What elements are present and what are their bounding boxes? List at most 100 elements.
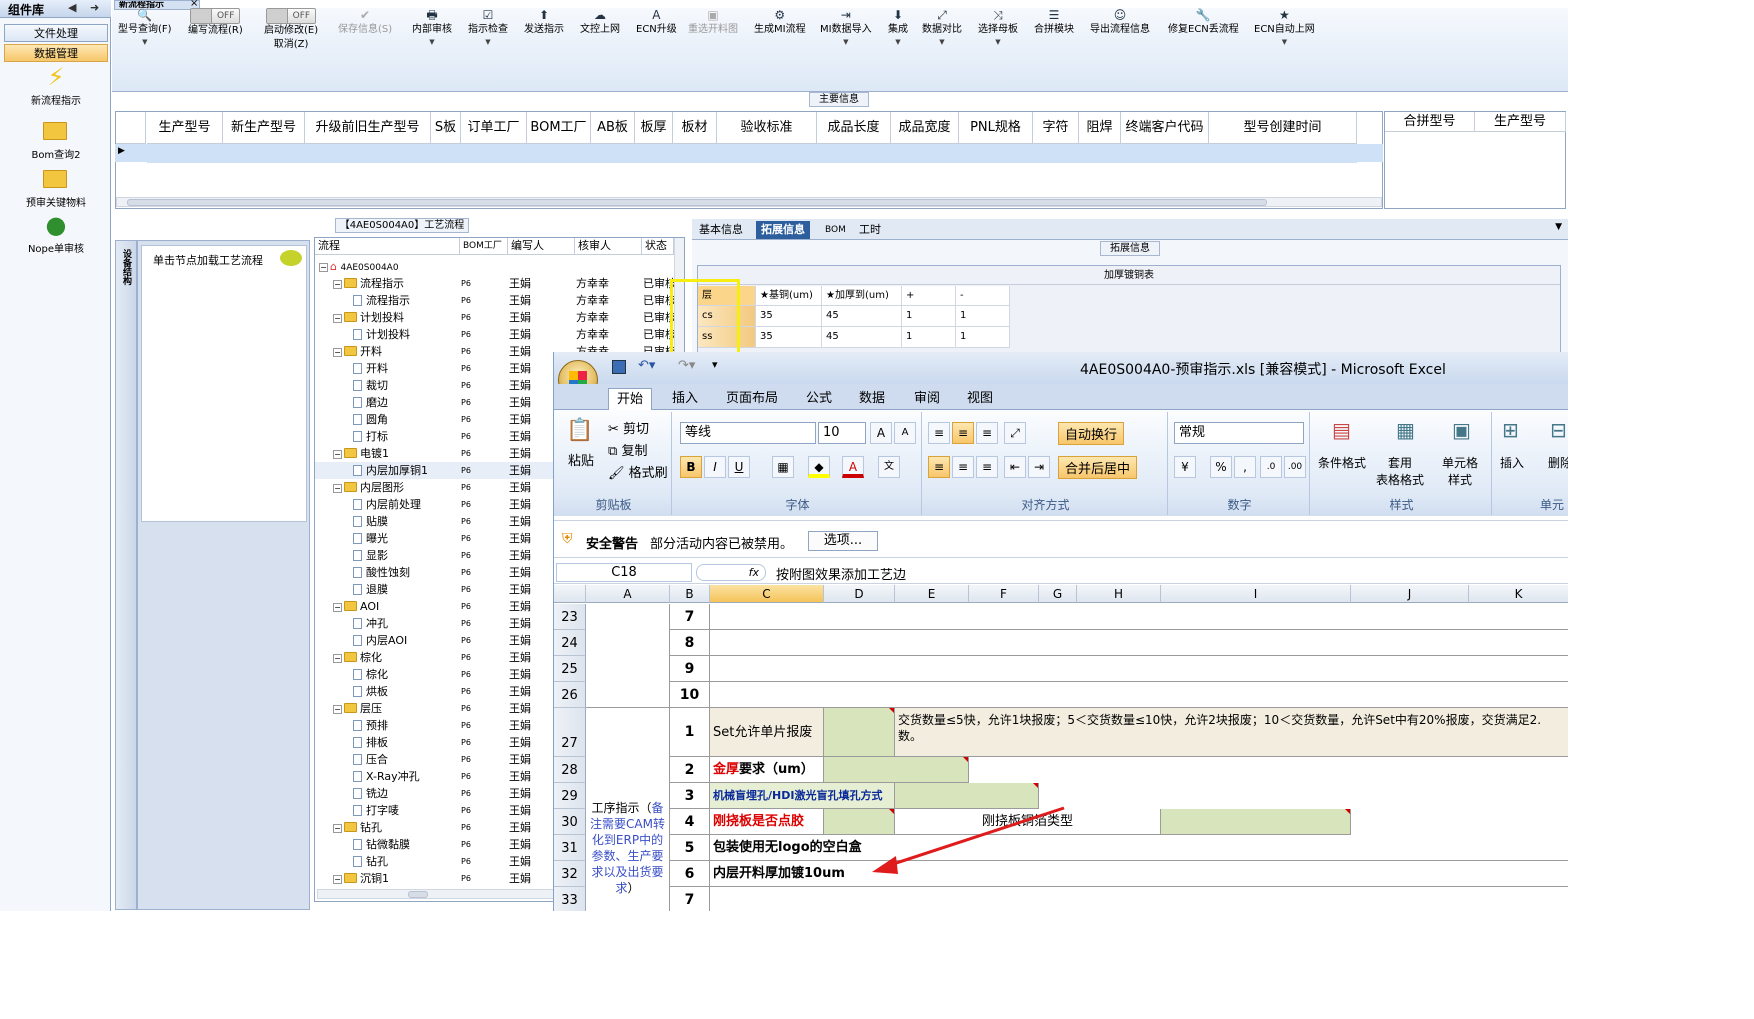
column-header[interactable]: G xyxy=(1039,585,1077,603)
fx-button[interactable]: fx xyxy=(696,564,766,581)
col-header[interactable]: 板厚 xyxy=(635,112,673,144)
file-process-button[interactable]: 文件处理 xyxy=(4,24,108,42)
col-header[interactable]: 型号创建时间 xyxy=(1209,112,1357,144)
align-bottom-icon[interactable]: ≡ xyxy=(976,422,998,444)
main-info-scrollbar[interactable] xyxy=(116,197,1382,207)
row-header[interactable]: 24 xyxy=(554,630,586,656)
row-header[interactable]: 26 xyxy=(554,682,586,708)
ecn-upgrade-button[interactable]: A ECN升级 xyxy=(636,8,677,37)
tab-home[interactable]: 开始 xyxy=(608,388,653,410)
tab-data[interactable]: 数据 xyxy=(851,388,893,410)
row-header[interactable]: 29 xyxy=(554,783,586,809)
sequence-cell[interactable]: 8 xyxy=(670,630,710,656)
chevron-down-icon[interactable]: ▼ xyxy=(1555,222,1562,232)
col-header[interactable]: 成品长度 xyxy=(817,112,891,144)
col-header[interactable]: 升级前旧生产型号 xyxy=(305,112,431,144)
tab-insert[interactable]: 插入 xyxy=(664,388,706,410)
collapse-icon[interactable]: − xyxy=(333,603,342,612)
underline-button[interactable]: U xyxy=(728,456,750,478)
name-box[interactable]: C18 xyxy=(556,563,692,582)
row-header[interactable]: 23 xyxy=(554,604,586,630)
col-header[interactable]: AB板 xyxy=(591,112,635,144)
tab-work-hours[interactable]: 工时 xyxy=(854,221,886,239)
thick-cell[interactable]: 45 xyxy=(822,327,902,348)
grow-font-icon[interactable]: A xyxy=(870,422,892,444)
cell-style-icon[interactable]: ▣ xyxy=(1452,418,1471,442)
options-button[interactable]: 选项... xyxy=(808,531,878,551)
column-header[interactable]: B xyxy=(670,585,710,603)
tree-node[interactable]: − 流程指示 P6 王娟 方幸幸 已审核 xyxy=(315,275,684,292)
instruction-cell[interactable]: Set允许单片报废 xyxy=(710,708,824,757)
sequence-cell[interactable]: 5 xyxy=(670,835,710,861)
collect-button[interactable]: ⬇ 集成 ▼ xyxy=(888,8,908,47)
undo-icon[interactable]: ↶▾ xyxy=(638,358,655,373)
font-name-select[interactable]: 等线 xyxy=(680,422,816,444)
input-cell[interactable] xyxy=(1161,809,1351,835)
select-all-corner[interactable] xyxy=(554,585,586,603)
start-modify-toggle[interactable]: OFF 启动修改(E) 取消(Z) xyxy=(264,8,318,52)
input-cell[interactable] xyxy=(824,708,895,757)
collapse-left-icon[interactable]: ◀ xyxy=(68,1,76,14)
align-top-icon[interactable]: ≡ xyxy=(928,422,950,444)
row-header[interactable]: 31 xyxy=(554,835,586,861)
row-header[interactable]: 33 xyxy=(554,887,586,911)
align-left-icon[interactable]: ≡ xyxy=(928,456,950,478)
collapse-icon[interactable]: − xyxy=(333,484,342,493)
sequence-cell[interactable]: 10 xyxy=(670,682,710,708)
increase-indent-icon[interactable]: ⇥ xyxy=(1028,456,1050,478)
paste-button[interactable]: 粘贴 xyxy=(568,450,594,469)
col-header[interactable]: BOM工厂 xyxy=(527,112,591,144)
nav-prereview-material[interactable]: 预审关键物料 xyxy=(4,166,108,209)
table-format-button[interactable]: 套用 表格格式 xyxy=(1376,454,1424,488)
row-header[interactable]: 28 xyxy=(554,757,586,783)
align-middle-icon[interactable]: ≡ xyxy=(952,422,974,444)
bold-button[interactable]: B xyxy=(680,456,702,478)
sequence-cell[interactable]: 3 xyxy=(670,783,710,809)
column-header[interactable]: F xyxy=(969,585,1039,603)
row-header[interactable]: 32 xyxy=(554,861,586,887)
phonetic-icon[interactable]: 文 xyxy=(878,456,900,478)
increase-decimal-icon[interactable]: .0 xyxy=(1260,456,1282,478)
sequence-cell[interactable]: 1 xyxy=(670,708,710,757)
format-painter-button[interactable]: 🖌 格式刷 xyxy=(608,462,668,481)
merge-center-button[interactable]: 合并后居中 xyxy=(1058,456,1138,479)
tab-extended-info[interactable]: 拓展信息 xyxy=(756,221,810,239)
col-header[interactable]: 订单工厂 xyxy=(461,112,527,144)
formula-input[interactable]: 按附图效果添加工艺边 xyxy=(776,564,906,583)
data-manage-button[interactable]: 数据管理 xyxy=(4,44,108,62)
collapse-icon[interactable]: − xyxy=(333,705,342,714)
wrap-text-button[interactable]: 自动换行 xyxy=(1058,422,1125,445)
align-right-icon[interactable]: ≡ xyxy=(976,456,998,478)
reselect-image-button[interactable]: ▣ 重选开料图 xyxy=(688,8,738,37)
row-header[interactable]: 30 xyxy=(554,809,586,835)
col-header[interactable]: 字符 xyxy=(1033,112,1079,144)
column-header[interactable]: E xyxy=(895,585,969,603)
table-format-icon[interactable]: ▦ xyxy=(1396,418,1415,442)
customize-toolbar-icon[interactable]: ▾ xyxy=(712,358,718,371)
nav-bom-query[interactable]: Bom查询2 xyxy=(4,118,108,161)
thick-cell[interactable]: 1 xyxy=(956,306,1010,327)
export-flow-button[interactable]: ☺ 导出流程信息 xyxy=(1090,8,1150,37)
collapse-icon[interactable]: − xyxy=(333,875,342,884)
cell-style-button[interactable]: 单元格 样式 xyxy=(1442,454,1478,488)
col-header[interactable]: 终端客户代码 xyxy=(1121,112,1209,144)
input-cell[interactable] xyxy=(824,757,969,783)
gen-mi-button[interactable]: ⚙ 生成MI流程 xyxy=(754,8,806,37)
orientation-icon[interactable]: ⤢ xyxy=(1004,422,1026,444)
decrease-decimal-icon[interactable]: .00 xyxy=(1284,456,1306,478)
tab-formulas[interactable]: 公式 xyxy=(798,388,840,410)
select-master-button[interactable]: ⤨ 选择母板 ▼ xyxy=(978,8,1018,47)
fill-color-icon[interactable]: ◆ xyxy=(808,456,830,478)
col-header[interactable]: PNL规格 xyxy=(959,112,1033,144)
write-flow-toggle[interactable]: OFF 编写流程(R) xyxy=(188,8,243,38)
section-cell-empty[interactable] xyxy=(586,604,670,708)
redo-icon[interactable]: ↷▾ xyxy=(678,358,695,373)
data-compare-button[interactable]: ⤢ 数据对比 ▼ xyxy=(922,8,962,47)
sequence-cell[interactable]: 9 xyxy=(670,656,710,682)
collapse-icon[interactable]: − xyxy=(333,450,342,459)
comma-icon[interactable]: , xyxy=(1234,456,1256,478)
instruction-cell[interactable]: 包装使用无logo的空白盒 xyxy=(710,835,1568,861)
currency-icon[interactable]: ¥ xyxy=(1174,456,1196,478)
instruction-cell[interactable] xyxy=(710,682,1568,708)
upload-web-button[interactable]: ☁ 文控上网 xyxy=(580,8,620,37)
